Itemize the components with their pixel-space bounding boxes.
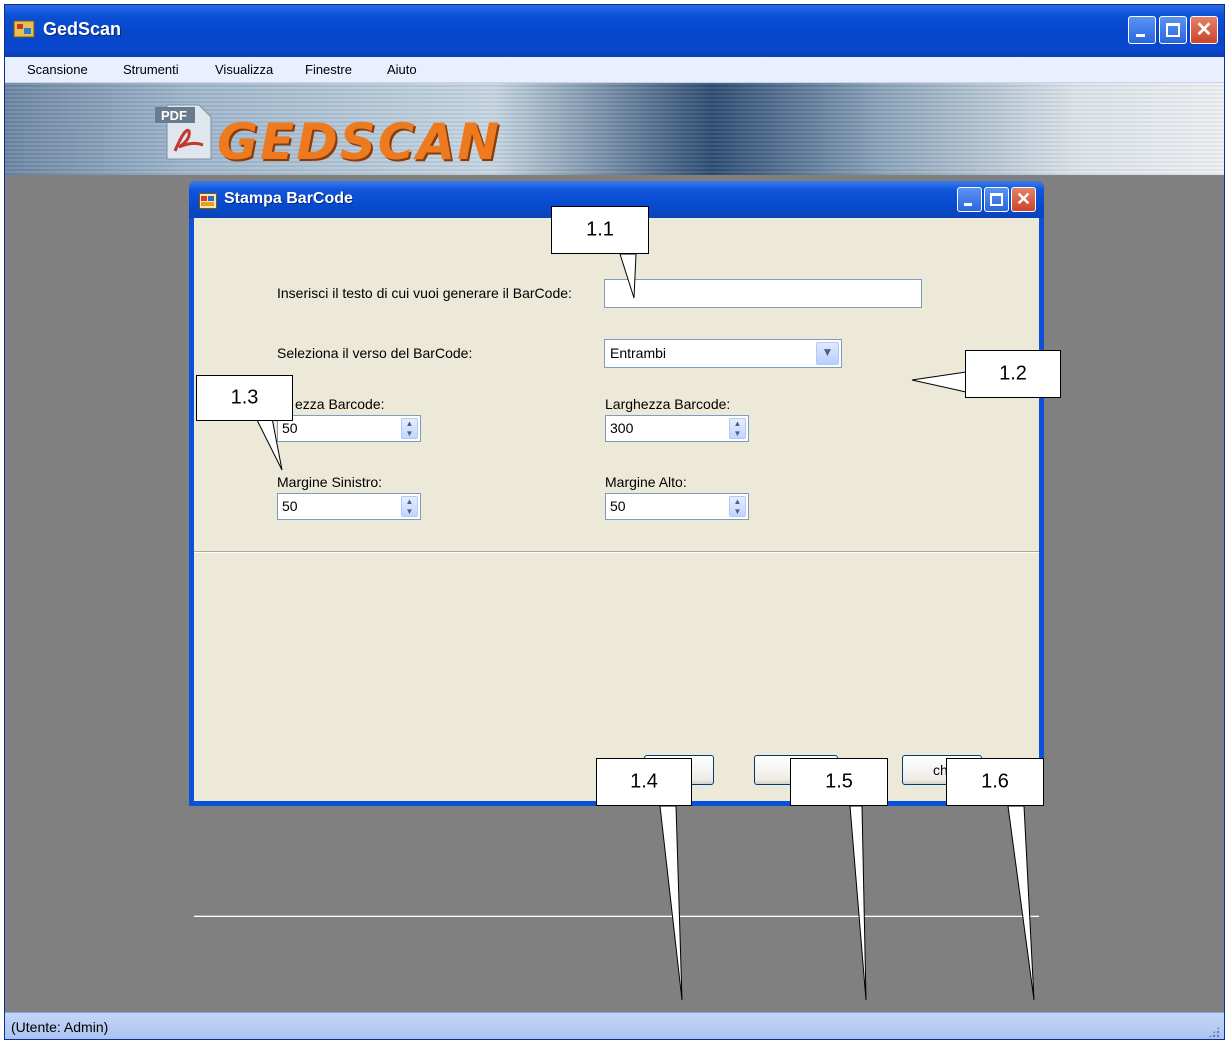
barcode-width-spinner[interactable]: 300 ▲ ▼ (605, 415, 749, 442)
maximize-icon (1166, 23, 1180, 37)
barcode-text-label: Inserisci il testo di cui vuoi generare … (277, 285, 572, 301)
margin-top-label: Margine Alto: (605, 474, 687, 490)
close-icon: ✕ (1195, 19, 1213, 41)
menu-bar: Scansione Strumenti Visualizza Finestre … (5, 57, 1224, 83)
maximize-icon (990, 193, 1003, 206)
spinner-buttons[interactable]: ▲ ▼ (401, 496, 418, 517)
margin-left-label: Margine Sinistro: (277, 474, 383, 490)
barcode-width-label: Larghezza Barcode: (605, 396, 731, 412)
callout-1-2-text: 1.2 (999, 362, 1027, 385)
maximize-button[interactable] (1159, 16, 1187, 44)
spinner-buttons[interactable]: ▲ ▼ (729, 418, 746, 439)
barcode-side-select[interactable]: Entrambi ▼ (604, 339, 842, 368)
margin-left-value: 50 (282, 498, 298, 514)
bottom-separator (194, 915, 1039, 917)
spinner-down-icon: ▼ (405, 429, 414, 438)
dialog-close-button[interactable]: ✕ (1011, 187, 1036, 212)
spinner-up-icon: ▲ (405, 419, 414, 428)
dialog-minimize-button[interactable] (957, 187, 982, 212)
callout-1-5: 1.5 (790, 758, 888, 806)
spinner-buttons[interactable]: ▲ ▼ (401, 418, 418, 439)
spinner-down-icon: ▼ (733, 429, 742, 438)
close-button[interactable]: ✕ (1190, 16, 1218, 44)
callout-1-3-text: 1.3 (230, 386, 259, 409)
spinner-down-icon: ▼ (405, 507, 414, 516)
spinner-up-icon: ▲ (733, 497, 742, 506)
spinner-up-icon: ▲ (405, 497, 414, 506)
barcode-height-spinner[interactable]: 50 ▲ ▼ (277, 415, 421, 442)
gedscan-logo: GEDSCAN (217, 113, 501, 171)
menu-scansione[interactable]: Scansione (27, 62, 88, 77)
barcode-width-value: 300 (610, 420, 634, 436)
callout-1-2: 1.2 (965, 350, 1061, 398)
callout-1-4: 1.4 (596, 758, 692, 806)
gedscan-app-icon (13, 20, 35, 38)
barcode-height-value: 50 (282, 420, 298, 436)
margin-top-value: 50 (610, 498, 626, 514)
callout-1-1: 1.1 (551, 206, 649, 254)
callout-1-1-text: 1.1 (586, 218, 614, 241)
barcode-side-label: Seleziona il verso del BarCode: (277, 345, 473, 361)
status-bar: (Utente: Admin) (5, 1012, 1224, 1039)
menu-finestre[interactable]: Finestre (305, 62, 352, 77)
minimize-button[interactable] (1128, 16, 1156, 44)
menu-aiuto[interactable]: Aiuto (387, 62, 417, 77)
header-banner: PDF GEDSCAN (5, 83, 1224, 175)
dialog-title: Stampa BarCode (224, 190, 353, 207)
menu-strumenti[interactable]: Strumenti (123, 62, 179, 77)
callout-1-4-text: 1.4 (630, 770, 658, 793)
spinner-down-icon: ▼ (733, 507, 742, 516)
menu-visualizza[interactable]: Visualizza (215, 62, 273, 77)
barcode-text-input[interactable] (604, 279, 922, 308)
main-title-bar[interactable]: GedScan ✕ (5, 5, 1224, 57)
gedscan-window: GedScan ✕ Scansione Strumenti Visualizza… (4, 4, 1225, 1040)
status-user: (Utente: Admin) (11, 1019, 109, 1035)
pdf-label: PDF (161, 108, 187, 123)
stampa-barcode-dialog: Stampa BarCode ✕ Inserisci il testo di c… (189, 181, 1044, 917)
dropdown-arrow-button[interactable]: ▼ (816, 342, 839, 365)
barcode-side-value: Entrambi (610, 345, 667, 361)
margin-top-spinner[interactable]: 50 ▲ ▼ (605, 493, 749, 520)
close-icon: ✕ (1015, 189, 1032, 209)
spinner-up-icon: ▲ (733, 419, 742, 428)
dialog-maximize-button[interactable] (984, 187, 1009, 212)
dialog-body: Inserisci il testo di cui vuoi generare … (194, 218, 1039, 917)
top-separator (194, 551, 1039, 553)
minimize-icon (964, 203, 972, 206)
minimize-icon (1136, 34, 1145, 37)
dialog-window-icon (199, 193, 217, 209)
app-title: GedScan (43, 19, 122, 39)
pdf-icon: PDF (155, 104, 212, 160)
callout-1-6: 1.6 (946, 758, 1044, 806)
margin-left-spinner[interactable]: 50 ▲ ▼ (277, 493, 421, 520)
barcode-height-label: ezza Barcode: (295, 396, 385, 412)
chevron-down-icon: ▼ (821, 345, 834, 359)
resize-grip-icon[interactable] (1208, 1026, 1220, 1038)
callout-1-6-text: 1.6 (981, 770, 1009, 793)
callout-1-5-text: 1.5 (825, 770, 853, 793)
callout-1-3: 1.3 (196, 375, 293, 421)
spinner-buttons[interactable]: ▲ ▼ (729, 496, 746, 517)
